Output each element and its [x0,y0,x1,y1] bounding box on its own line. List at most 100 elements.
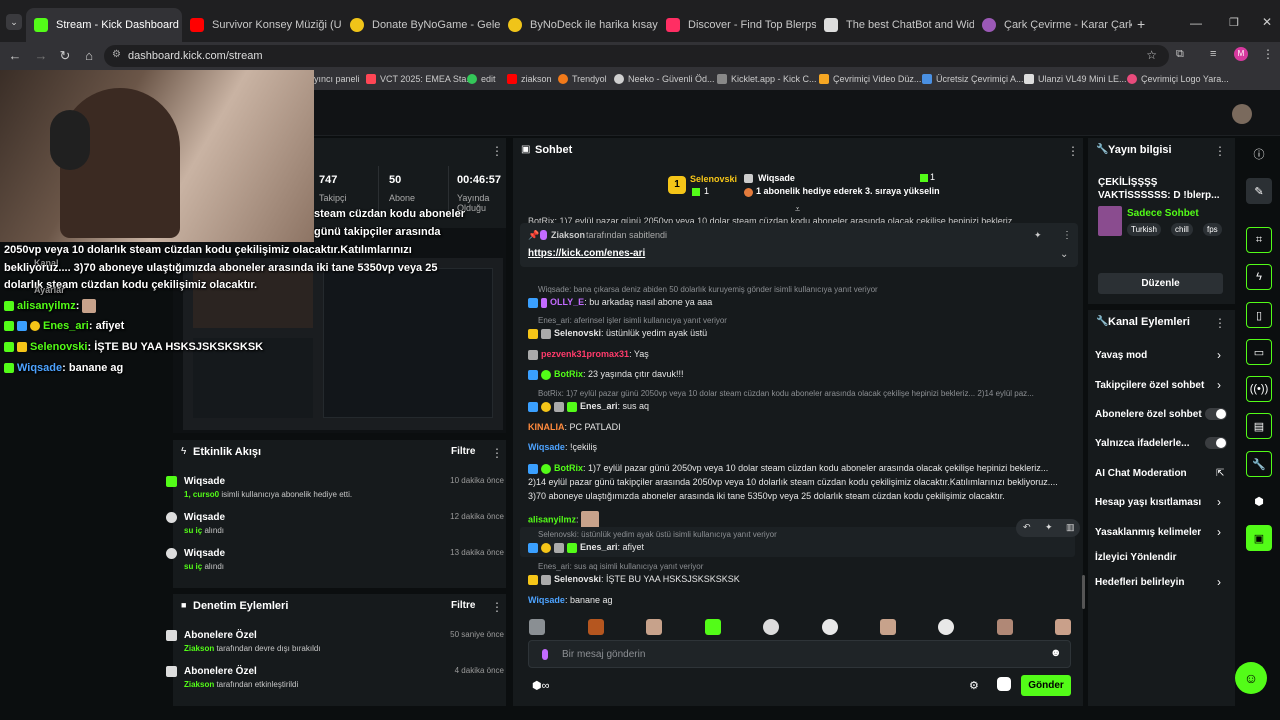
more-icon[interactable]: ⋮ [491,600,503,614]
pin-icon[interactable]: ✦ [1045,522,1053,533]
tab-kick-dashboard[interactable]: Stream - Kick Dashboard✕ [26,8,182,42]
maximize-button[interactable]: ❐ [1229,16,1239,29]
more-icon[interactable]: ⋮ [1214,144,1226,158]
external-link-icon[interactable]: ⇱ [1216,468,1224,479]
chat-bubble-icon[interactable]: ▭ [1246,339,1272,365]
moderation-filter-button[interactable]: Filtre [451,600,475,611]
url-field[interactable]: ⚙ dashboard.kick.com/stream ☆ [104,45,1169,67]
emote-button[interactable] [529,619,545,635]
tab-search-button[interactable]: ⌄ [6,14,22,30]
tab-chatbot[interactable]: The best ChatBot and Widgets✕ [816,8,974,42]
settings-icon[interactable]: ⚙ [969,679,979,692]
streamer-avatar[interactable] [1232,104,1252,124]
crop-icon[interactable]: ⌗ [1246,227,1272,253]
pencil-icon[interactable]: ✎ [1246,178,1272,204]
bookmark-item[interactable]: Neeko - Güvenli Öd... [614,74,715,84]
emote-button[interactable] [822,619,838,635]
emote-button[interactable] [997,619,1013,635]
category-name[interactable]: Sadece Sohbet [1127,208,1199,219]
unpin-icon[interactable]: ✦ [1034,230,1042,241]
more-icon[interactable]: ⋮ [1062,230,1072,241]
chevron-right-icon[interactable]: › [1217,348,1221,362]
site-info-icon[interactable]: ⚙ [112,49,121,60]
bot-icon[interactable] [997,677,1011,691]
points-icon[interactable]: ⬢ [1246,488,1272,514]
extensions-icon[interactable]: ⧉ [1176,48,1184,61]
activity-filter-button[interactable]: Filtre [451,446,475,457]
wrench-icon[interactable]: 🔧 [1246,451,1272,477]
bolt-icon[interactable]: ϟ [1246,264,1272,290]
bookmark-item[interactable]: Çevrimiçi Logo Yara... [1127,74,1229,84]
tab-survivor[interactable]: Survivor Konsey Müziği (Uz✕ [182,8,342,42]
account-age-item[interactable]: Hesap yaşı kısıtlaması [1095,497,1201,508]
points-icon[interactable]: ⬢∞ [532,679,549,692]
collapse-icon[interactable]: ⩡ [795,204,800,215]
forward-icon[interactable]: → [32,47,50,65]
raid-item[interactable]: İzleyici Yönlendir [1095,552,1177,563]
slow-mode-item[interactable]: Yavaş mod [1095,350,1147,361]
broadcast-icon[interactable]: ((•)) [1246,376,1272,402]
more-icon[interactable]: ⋮ [1214,316,1226,330]
goals-item[interactable]: Hedefleri belirleyin [1095,577,1184,588]
chevron-right-icon[interactable]: › [1217,575,1221,589]
bookmark-item[interactable]: Çevrimiçi Video Düz... [819,74,921,84]
subscribers-only-toggle[interactable] [1205,408,1227,420]
info-icon[interactable]: ⓘ [1246,141,1272,167]
emote-button[interactable] [705,619,721,635]
emotes-only-toggle[interactable] [1205,437,1227,449]
category-thumbnail[interactable] [1098,206,1122,236]
followers-only-item[interactable]: Takipçilere özel sohbet [1095,380,1204,391]
tag[interactable]: chill [1171,223,1193,236]
bookmark-item[interactable]: ziakson [507,74,552,84]
pinned-link[interactable]: https://kick.com/enes-ari [528,248,645,259]
bookmark-item[interactable]: yıncı paneli [314,74,360,84]
bookmark-item[interactable]: Ulanzi VL49 Mini LE... [1024,74,1127,84]
tag[interactable]: Turkish [1127,223,1161,236]
chevron-right-icon[interactable]: › [1217,525,1221,539]
reload-icon[interactable]: ↻ [56,47,74,65]
clipboard-icon[interactable]: ▯ [1246,302,1272,328]
tab-wheel[interactable]: Çark Çevirme - Karar Çarkı!✕ [974,8,1132,42]
stream-preview[interactable] [173,228,506,433]
tab-blerp[interactable]: Discover - Find Top Blerps, Stre✕ [658,8,816,42]
more-icon[interactable]: ⋮ [1067,144,1079,158]
chat-scrollbar[interactable] [1082,575,1085,609]
chat-input[interactable]: Bir mesaj gönderin ☻ [528,640,1071,668]
window-close-button[interactable]: ✕ [1262,15,1272,29]
profile-avatar[interactable]: M [1234,47,1248,61]
bookmark-item[interactable]: VCT 2025: EMEA Sta... [366,74,474,84]
chevron-right-icon[interactable]: › [1217,495,1221,509]
back-icon[interactable]: ← [6,47,24,65]
overlay-icon[interactable]: ▣ [1246,525,1272,551]
more-icon[interactable]: ⋮ [491,446,503,460]
leader-user[interactable]: Selenovski [690,174,737,184]
emote-button[interactable] [646,619,662,635]
emote-button[interactable] [588,619,604,635]
tab-bynodeck[interactable]: ByNoDeck ile harika kısayollar✕ [500,8,658,42]
bookmark-item[interactable]: edit [467,74,496,84]
bookmark-item[interactable]: Kicklet.app - Kick C... [717,74,817,84]
reply-icon[interactable]: ↶ [1023,522,1031,533]
minimize-button[interactable]: — [1190,16,1202,30]
chevron-down-icon[interactable]: ⌄ [1060,249,1068,260]
emote-button[interactable] [880,619,896,635]
bookmark-item[interactable]: Ücretsiz Çevrimiçi A... [922,74,1024,84]
emote-button[interactable] [938,619,954,635]
pinned-message[interactable]: 📌 Ziakson tarafından sabitlendi https://… [520,223,1078,267]
delete-icon[interactable]: ▥ [1066,522,1075,533]
new-tab-button[interactable]: + [1137,16,1145,32]
tab-donate[interactable]: Donate ByNoGame - Gelen/Gi✕ [342,8,500,42]
emoji-icon[interactable]: ☻ [1050,647,1062,659]
send-button[interactable]: Gönder [1021,675,1071,696]
bookmark-star-icon[interactable]: ☆ [1146,48,1157,62]
tag[interactable]: fps [1203,223,1222,236]
emote-button[interactable] [1055,619,1071,635]
chevron-right-icon[interactable]: › [1217,378,1221,392]
banned-words-item[interactable]: Yasaklanmış kelimeler [1095,527,1201,538]
layers-icon[interactable]: ▤ [1246,413,1272,439]
edit-button[interactable]: Düzenle [1098,273,1223,294]
gifter-user[interactable]: Wiqsade [758,173,795,183]
ai-moderation-item[interactable]: AI Chat Moderation [1095,468,1187,479]
menu-icon[interactable]: ⋮ [1262,47,1274,61]
support-icon[interactable]: ☺ [1235,662,1267,694]
